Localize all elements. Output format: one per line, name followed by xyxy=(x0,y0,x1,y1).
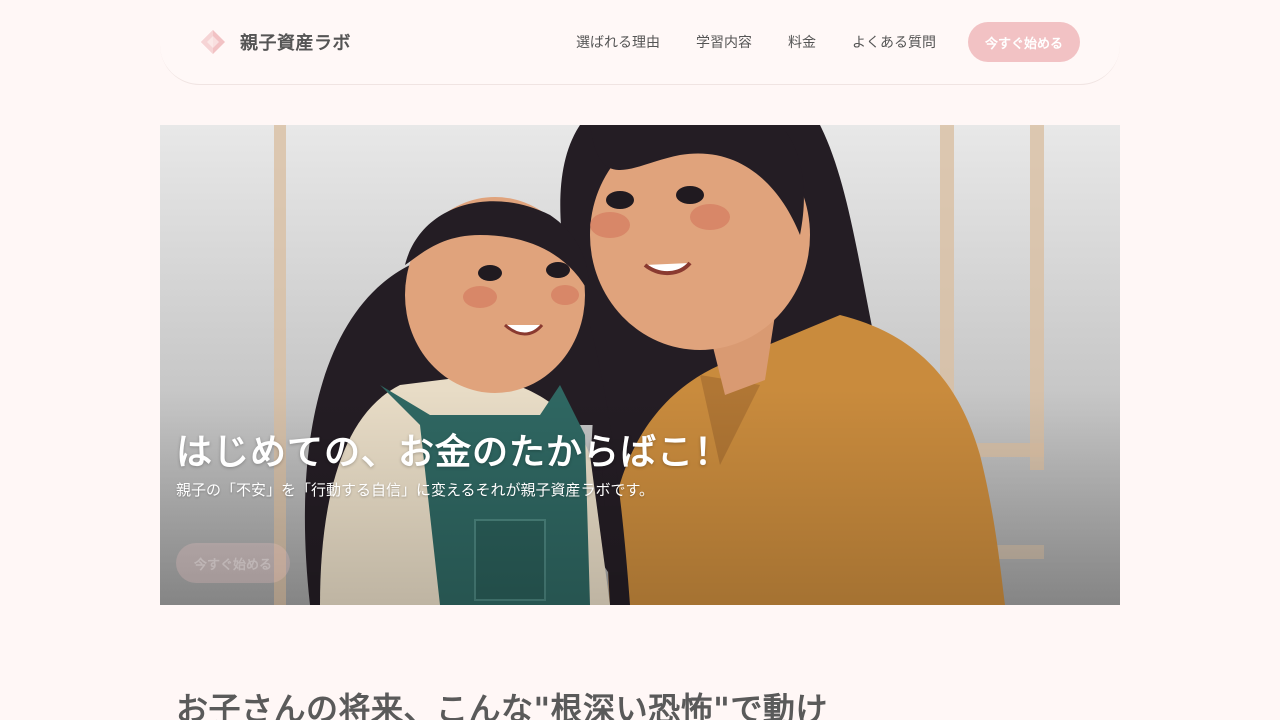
section-title: お子さんの将来、こんな"根深い恐怖"で動け xyxy=(176,690,828,720)
diamond-logo-icon xyxy=(200,29,226,55)
hero-section: はじめての、お金のたからばこ！ 親子の「不安」を「行動する自信」に変えるそれが親… xyxy=(160,125,1120,605)
nav-link-pricing[interactable]: 料金 xyxy=(788,32,816,52)
nav-link-reasons[interactable]: 選ばれる理由 xyxy=(576,32,660,52)
brand[interactable]: 親子資産ラボ xyxy=(200,29,351,55)
site-header: 親子資産ラボ 選ばれる理由 学習内容 料金 よくある質問 今すぐ始める xyxy=(160,0,1120,85)
start-now-button[interactable]: 今すぐ始める xyxy=(967,22,1080,62)
hero-subtitle: 親子の「不安」を「行動する自信」に変えるそれが親子資産ラボです。 xyxy=(176,481,655,499)
nav-link-curriculum[interactable]: 学習内容 xyxy=(696,32,752,52)
hero-start-button[interactable]: 今すぐ始める xyxy=(176,543,291,583)
hero-overlay xyxy=(160,125,1120,605)
nav-link-faq[interactable]: よくある質問 xyxy=(852,32,936,52)
main-nav: 選ばれる理由 学習内容 料金 よくある質問 今すぐ始める xyxy=(576,22,1080,62)
hero-title: はじめての、お金のたからばこ！ xyxy=(176,432,732,473)
brand-name: 親子資産ラボ xyxy=(240,33,351,54)
